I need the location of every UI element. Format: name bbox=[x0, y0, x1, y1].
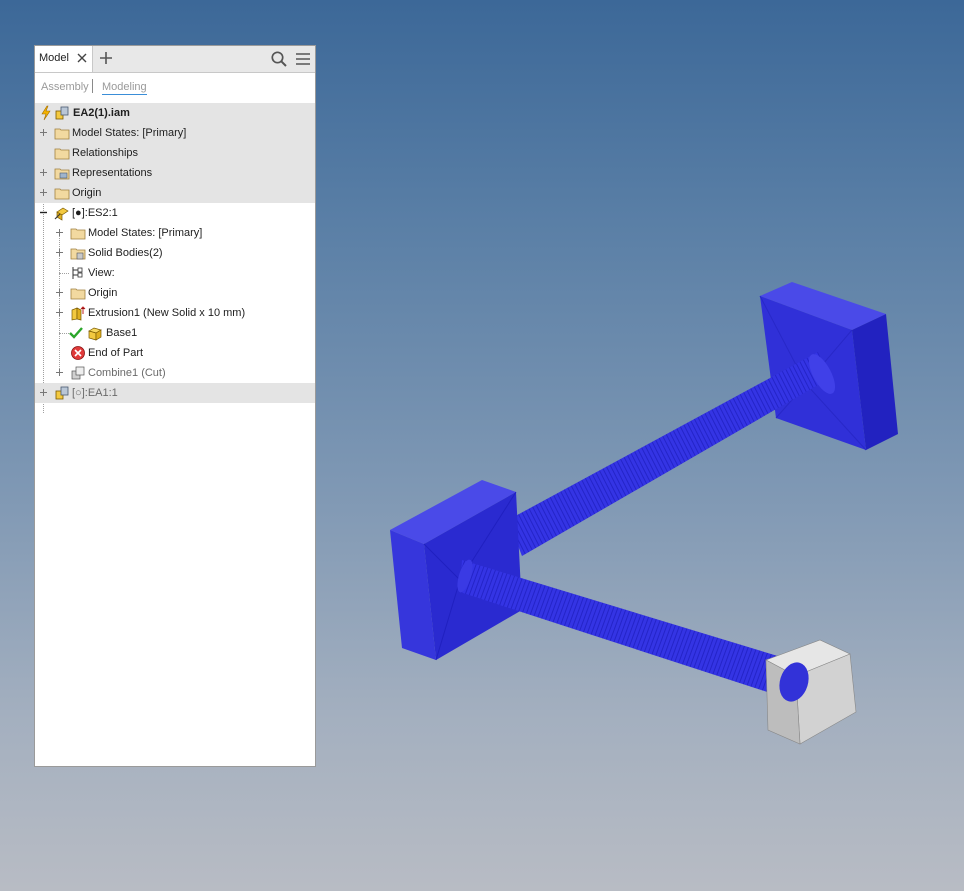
tree-item-view[interactable]: View: bbox=[35, 263, 315, 283]
tab-model[interactable]: Model bbox=[35, 46, 93, 72]
part-edit-icon bbox=[54, 207, 69, 221]
tree-item-representations[interactable]: Representations bbox=[35, 163, 315, 183]
hamburger-menu-icon[interactable] bbox=[294, 50, 312, 68]
solid-bodies-icon bbox=[70, 248, 86, 260]
folder-icon bbox=[70, 228, 86, 240]
folder-icon bbox=[54, 128, 70, 140]
tree-item-label: [○]:EA1:1 bbox=[72, 387, 118, 399]
subtab-assembly[interactable]: Assembly bbox=[41, 81, 89, 93]
browser-tabbar: Model bbox=[35, 46, 315, 73]
tree-item-label: View: bbox=[88, 267, 115, 279]
tree-item-label: Origin bbox=[72, 187, 102, 199]
tree-item-solid-bodies[interactable]: Solid Bodies(2) bbox=[35, 243, 315, 263]
block-left[interactable] bbox=[390, 480, 523, 661]
assembly-icon bbox=[55, 106, 69, 120]
view-icon bbox=[72, 267, 83, 279]
tree-item-label: [●]:ES2:1 bbox=[72, 207, 118, 219]
tree-item-label: Base1 bbox=[106, 327, 138, 339]
tree-item-origin[interactable]: Origin bbox=[35, 183, 315, 203]
expand-plus-icon[interactable] bbox=[55, 248, 64, 257]
tree-item-label: Relationships bbox=[72, 147, 139, 159]
tree-item-label: Model States: [Primary] bbox=[88, 227, 203, 239]
subtab-modeling[interactable]: Modeling bbox=[102, 81, 147, 95]
tree-item-base1[interactable]: Base1 bbox=[35, 323, 315, 343]
lightning-icon bbox=[41, 105, 51, 121]
tree-item-part-ea1[interactable]: [○]:EA1:1 bbox=[35, 383, 315, 403]
rod-front[interactable] bbox=[454, 558, 804, 702]
representations-icon bbox=[54, 168, 70, 180]
tab-model-label: Model bbox=[39, 52, 69, 64]
end-of-part-icon bbox=[71, 346, 85, 360]
combine-icon bbox=[71, 366, 85, 380]
close-icon[interactable] bbox=[75, 51, 89, 65]
tree-item-extrusion1[interactable]: Extrusion1 (New Solid x 10 mm) bbox=[35, 303, 315, 323]
expand-plus-icon[interactable] bbox=[55, 308, 64, 317]
tree-item-relationships[interactable]: Relationships bbox=[35, 143, 315, 163]
plus-icon[interactable] bbox=[99, 51, 113, 65]
folder-icon bbox=[54, 188, 70, 200]
folder-icon bbox=[70, 288, 86, 300]
tree-item-model-states[interactable]: Model States: [Primary] bbox=[35, 123, 315, 143]
tree-item-end-of-part[interactable]: End of Part bbox=[35, 343, 315, 363]
end-cube[interactable] bbox=[765, 639, 857, 745]
extrusion-icon bbox=[71, 306, 86, 321]
tree-item-label: Extrusion1 (New Solid x 10 mm) bbox=[88, 307, 246, 319]
search-icon[interactable] bbox=[270, 50, 288, 68]
tree-item-origin-child[interactable]: Origin bbox=[35, 283, 315, 303]
expand-plus-icon[interactable] bbox=[55, 228, 64, 237]
expand-plus-icon[interactable] bbox=[39, 388, 48, 397]
model-browser-panel: Model Assembly Modeling EA2(1).iam Model… bbox=[34, 45, 316, 767]
expand-plus-icon[interactable] bbox=[39, 168, 48, 177]
model-tree: EA2(1).iam Model States: [Primary] Relat… bbox=[35, 103, 315, 413]
expand-plus-icon[interactable] bbox=[55, 288, 64, 297]
expand-plus-icon[interactable] bbox=[39, 128, 48, 137]
browser-subtabs: Assembly Modeling bbox=[35, 73, 315, 102]
assembly-part-icon bbox=[55, 386, 69, 400]
expand-plus-icon[interactable] bbox=[55, 368, 64, 377]
tree-item-part-es2[interactable]: [●]:ES2:1 bbox=[35, 203, 315, 223]
expand-plus-icon[interactable] bbox=[39, 188, 48, 197]
folder-icon bbox=[54, 148, 70, 160]
collapse-minus-icon[interactable] bbox=[39, 208, 48, 217]
tree-item-combine1[interactable]: Combine1 (Cut) bbox=[35, 363, 315, 383]
base-part-icon bbox=[88, 327, 102, 341]
tree-item-label: End of Part bbox=[88, 347, 144, 359]
tree-item-label: Origin bbox=[88, 287, 118, 299]
tree-item-label: Solid Bodies(2) bbox=[88, 247, 163, 259]
tree-item-label: Model States: [Primary] bbox=[72, 127, 187, 139]
tree-item-label: EA2(1).iam bbox=[73, 107, 130, 119]
subtab-divider bbox=[92, 79, 93, 93]
checkmark-icon bbox=[69, 327, 83, 339]
tree-item-label: Representations bbox=[72, 167, 153, 179]
tree-item-root-assembly[interactable]: EA2(1).iam bbox=[35, 103, 315, 123]
tree-item-label: Combine1 (Cut) bbox=[88, 367, 166, 379]
block-right[interactable] bbox=[759, 282, 898, 451]
tree-item-model-states-child[interactable]: Model States: [Primary] bbox=[35, 223, 315, 243]
rod-back[interactable] bbox=[508, 350, 840, 556]
